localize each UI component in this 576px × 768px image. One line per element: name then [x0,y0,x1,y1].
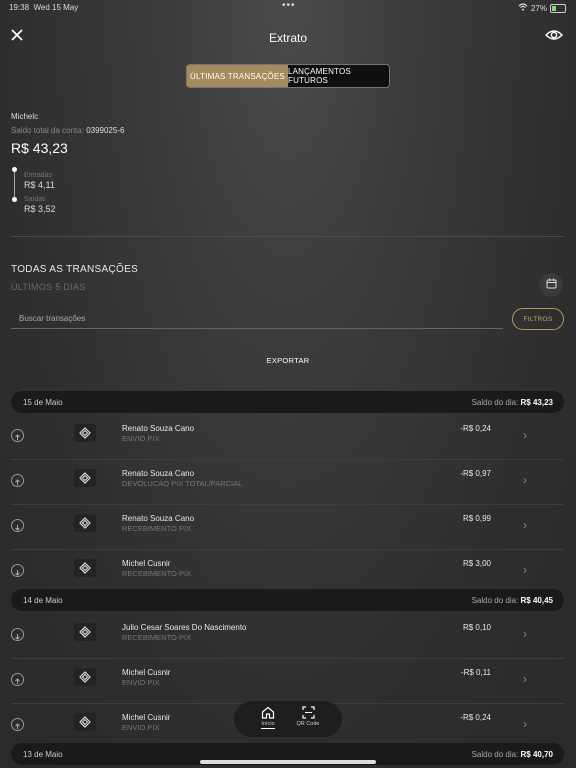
entradas-label: Entradas [24,172,53,179]
arrow-up-icon [11,429,24,442]
transaction-row[interactable]: Renato Souza Cano ENVIO PIX -R$ 0,24 › [11,415,564,460]
chevron-right-icon: › [523,672,527,686]
chevron-right-icon: › [523,627,527,641]
wifi-icon [518,3,528,13]
battery-percent: 27% [530,3,547,13]
day-date: 14 de Maio [23,596,63,605]
transaction-name: Michel Cusnir [122,559,171,568]
day-header: 14 de Maio Saldo do dia: R$ 40,45 [11,589,564,611]
multitask-dots[interactable]: ••• [282,0,296,11]
pix-icon [74,668,96,686]
transaction-amount: R$ 0,10 [462,623,491,632]
search-field [11,310,503,329]
filter-button[interactable]: FILTROS [512,308,564,330]
entradas-value: R$ 4,11 [24,180,55,190]
transaction-row[interactable]: Julio Cesar Soares Do Nascimento RECEBIM… [11,614,564,659]
account-holder-name: Michelc [11,112,39,121]
pix-icon [74,559,96,577]
page-title: Extrato [268,31,307,45]
pix-icon [74,424,96,442]
timeline-dot-saidas [12,197,17,202]
chevron-right-icon: › [523,563,527,577]
day-header: 15 de Maio Saldo do dia: R$ 43,23 [11,391,564,413]
transaction-amount: -R$ 0,24 [460,424,491,433]
export-button[interactable]: EXPORTAR [0,356,576,365]
status-right: 27% [518,3,566,13]
section-divider [11,236,564,237]
nav-item-inicio[interactable]: Início [248,706,288,729]
nav-label: Início [261,721,275,729]
calendar-button[interactable] [539,273,563,297]
transaction-type: RECEBIMENTO PIX [122,569,192,578]
account-number: 0399025-6 [86,126,125,135]
transaction-name: Michel Cusnir [122,668,171,677]
transaction-amount: -R$ 0,11 [460,668,491,677]
home-icon [248,706,288,721]
pix-icon [74,469,96,487]
chevron-right-icon: › [523,518,527,532]
day-date: 15 de Maio [23,398,63,407]
chevron-right-icon: › [523,473,527,487]
arrow-up-icon [11,673,24,686]
pix-icon [74,514,96,532]
transaction-amount: R$ 3,00 [462,559,491,568]
transaction-amount: -R$ 0,97 [460,469,491,478]
saidas-value: R$ 3,52 [24,204,56,214]
transaction-amount: -R$ 0,24 [460,713,491,722]
day-balance: Saldo do dia: R$ 40,45 [471,596,553,605]
transaction-type: RECEBIMENTO PIX [122,524,192,533]
timeline-dot-entradas [12,167,17,172]
chevron-right-icon: › [523,428,527,442]
account-info: Saldo total da conta: 0399025-6 [11,126,125,135]
transaction-type: ENVIO PIX [122,434,160,443]
status-bar: 19:38 Wed 15 May ••• 27% [0,0,576,14]
transaction-type: DEVOLUCAO PIX TOTAL/PARCIAL [122,479,243,488]
search-input[interactable] [11,310,497,327]
arrow-down-icon [11,628,24,641]
transaction-type: RECEBIMENTO PIX [122,633,192,642]
transaction-row[interactable]: Renato Souza Cano RECEBIMENTO PIX R$ 0,9… [11,505,564,550]
transaction-name: Renato Souza Cano [122,514,195,523]
qr-scan-icon [288,706,328,721]
tab-group: ÚLTIMAS TRANSAÇÕES LANÇAMENTOS FUTUROS [186,64,390,88]
bottom-nav: Início QR Code [234,701,342,737]
section-title: TODAS AS TRANSAÇÕES [11,264,139,275]
transaction-name: Julio Cesar Soares Do Nascimento [122,623,247,632]
battery-icon [550,3,566,13]
transaction-name: Renato Souza Cano [122,424,195,433]
saidas-label: Saídas [24,196,46,203]
transaction-type: ENVIO PIX [122,723,160,732]
transaction-name: Renato Souza Cano [122,469,195,478]
arrow-up-icon [11,474,24,487]
tab-ultimas-transacoes[interactable]: ÚLTIMAS TRANSAÇÕES [187,65,288,87]
account-balance: R$ 43,23 [11,140,68,156]
section-subtitle: ÚLTIMOS 5 DIAS [11,282,86,292]
pix-icon [74,623,96,641]
arrow-down-icon [11,519,24,532]
chevron-right-icon: › [523,717,527,731]
transaction-row[interactable]: Michel Cusnir ENVIO PIX -R$ 0,11 › [11,659,564,704]
day-balance: Saldo do dia: R$ 40,70 [471,750,553,759]
day-balance: Saldo do dia: R$ 43,23 [471,398,553,407]
transaction-amount: R$ 0,99 [462,514,491,523]
home-indicator[interactable] [200,760,376,764]
nav-item-qr-code[interactable]: QR Code [288,706,328,727]
status-time: 19:38 Wed 15 May [9,3,79,12]
day-date: 13 de Maio [23,750,63,759]
transaction-name: Michel Cusnir [122,713,171,722]
transaction-type: ENVIO PIX [122,678,160,687]
arrow-down-icon [11,564,24,577]
eye-icon[interactable] [545,28,563,44]
pix-icon [74,713,96,731]
transaction-row[interactable]: Renato Souza Cano DEVOLUCAO PIX TOTAL/PA… [11,460,564,505]
arrow-up-icon [11,718,24,731]
tab-lancamentos-futuros[interactable]: LANÇAMENTOS FUTUROS [288,65,389,87]
nav-label: QR Code [296,721,320,727]
calendar-icon [546,276,557,294]
